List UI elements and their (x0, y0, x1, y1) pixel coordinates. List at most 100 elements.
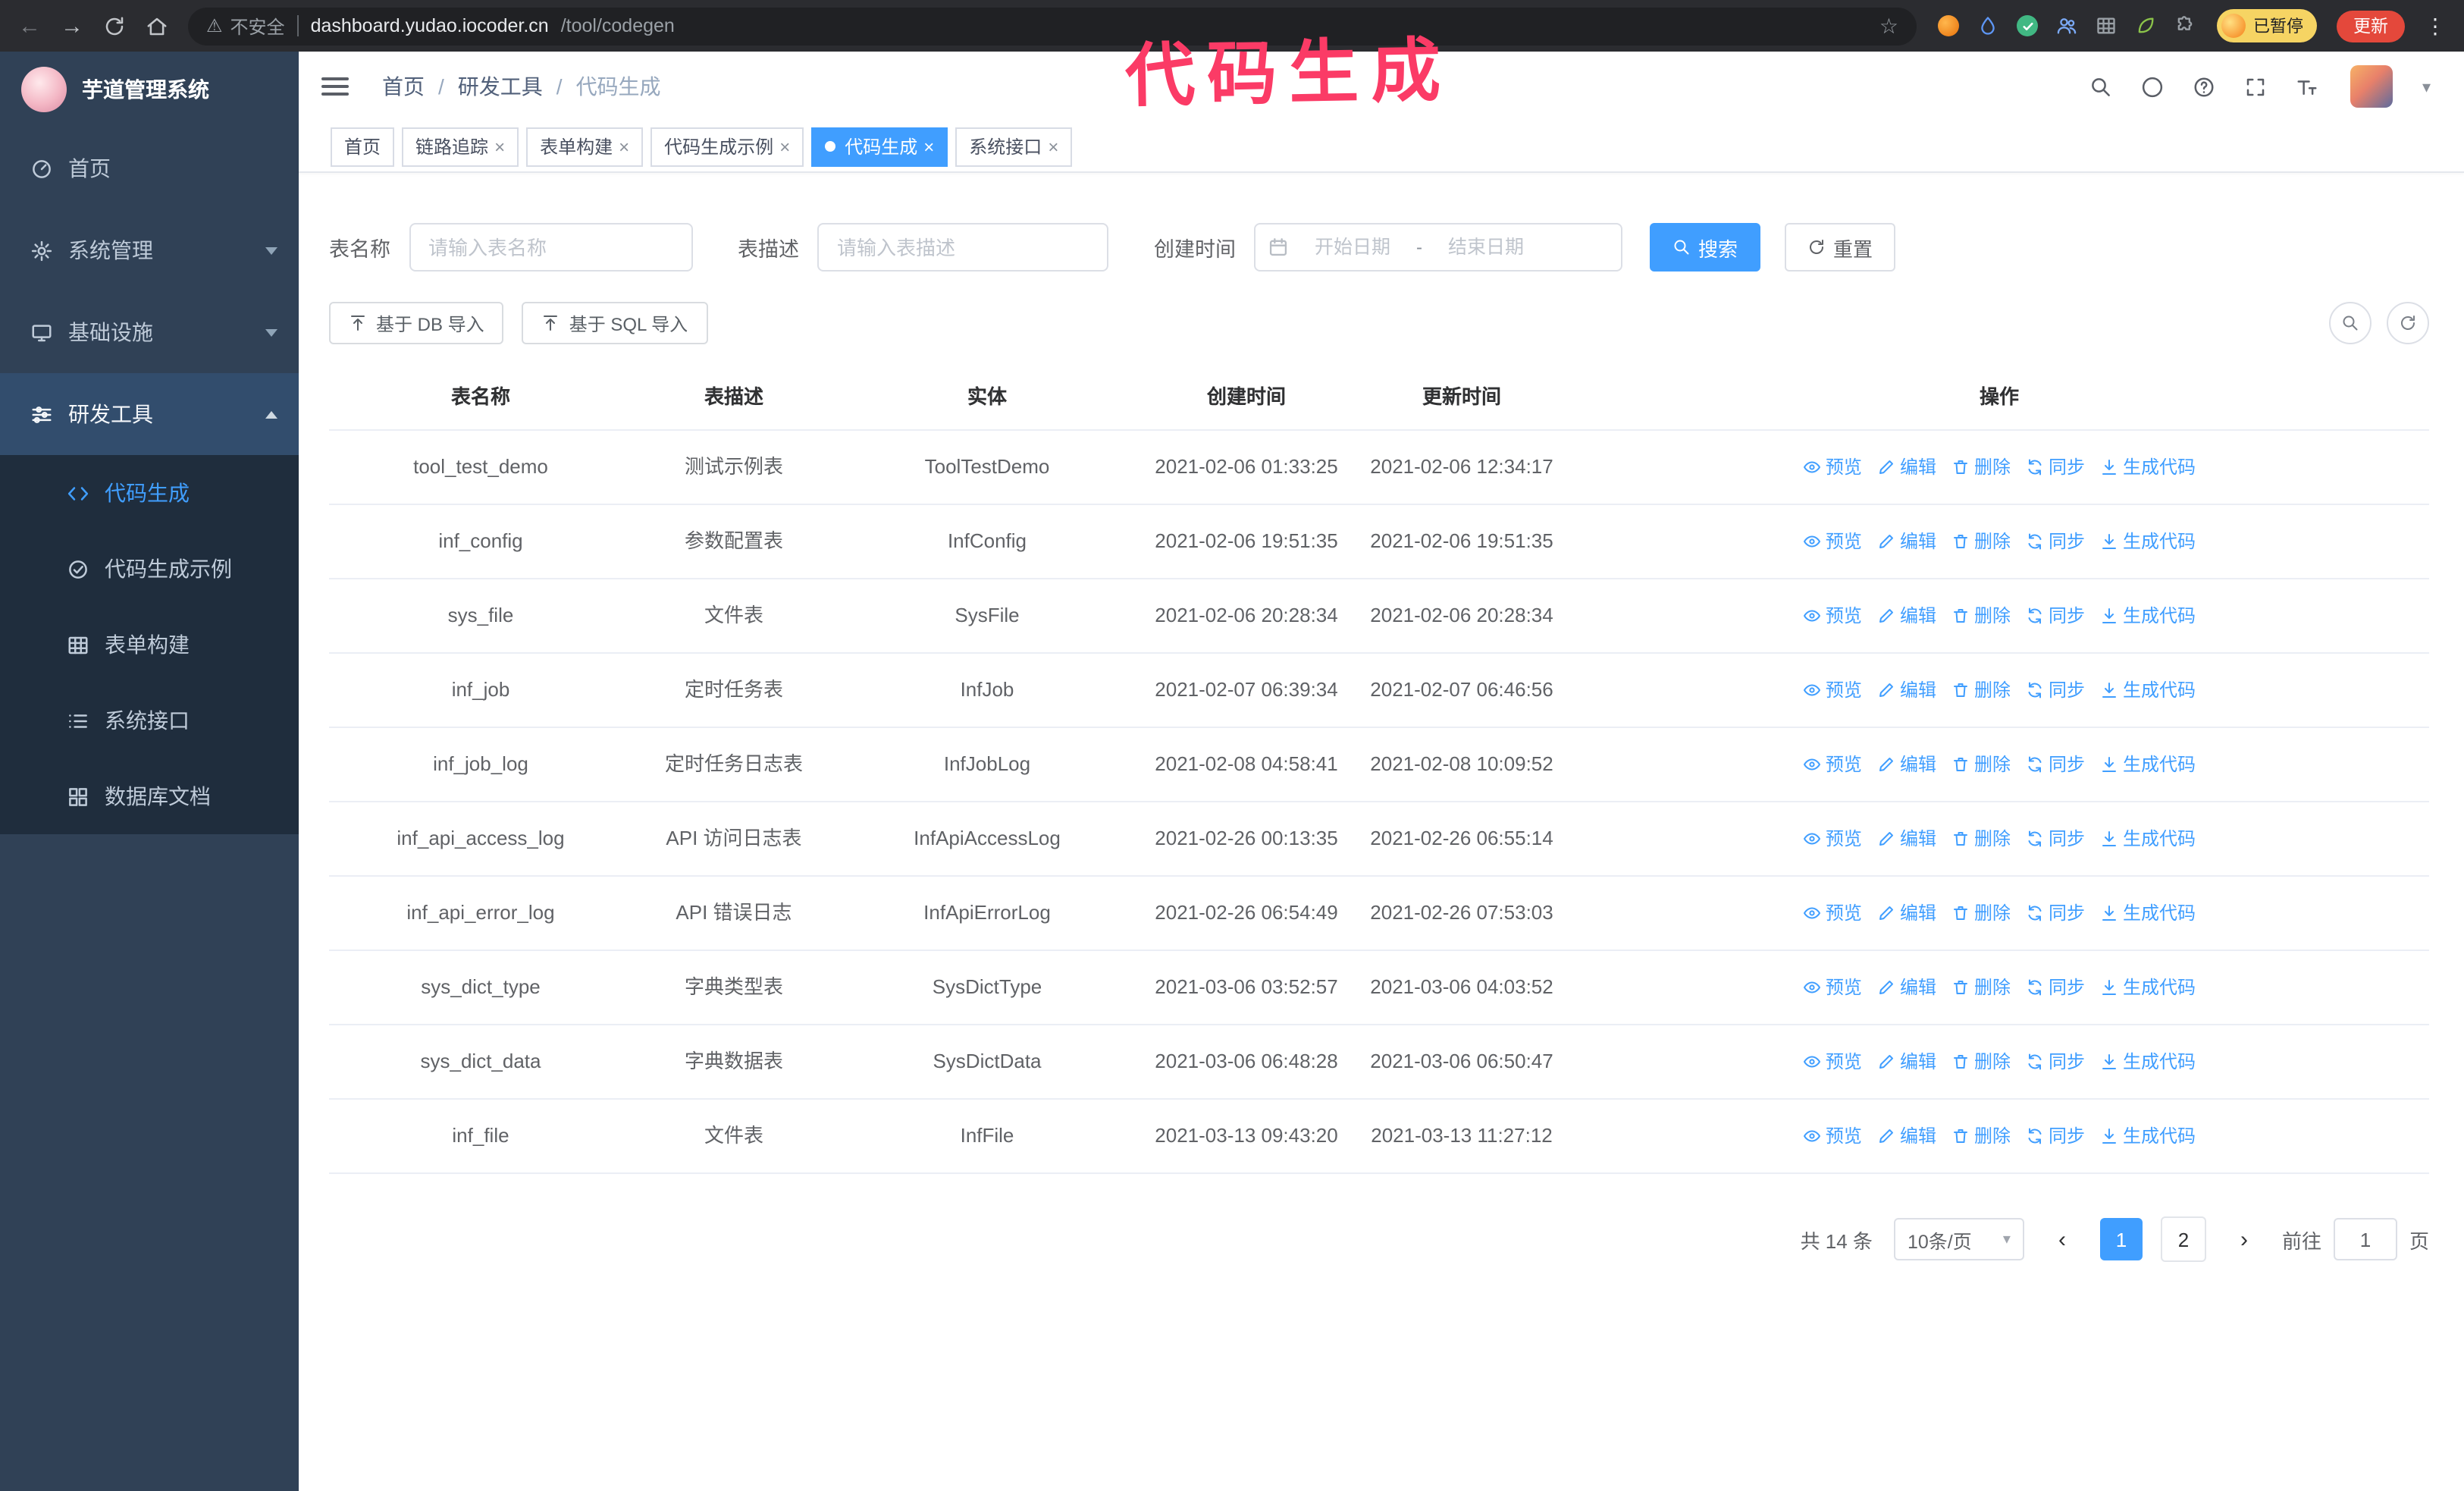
font-size-icon[interactable] (2296, 75, 2319, 98)
browser-update-button[interactable]: 更新 (2337, 10, 2405, 42)
extensions-puzzle-icon[interactable] (2173, 14, 2197, 38)
toggle-search-button[interactable] (2329, 302, 2372, 344)
tab-codegen[interactable]: 代码生成 × (811, 127, 948, 166)
table-desc-input[interactable] (817, 223, 1108, 272)
edit-link[interactable]: 编辑 (1877, 675, 1936, 705)
close-icon[interactable]: × (1048, 136, 1058, 157)
edit-link[interactable]: 编辑 (1877, 824, 1936, 854)
preview-link[interactable]: 预览 (1803, 601, 1862, 631)
sidebar-item-dev-tools[interactable]: 研发工具 (0, 373, 299, 455)
browser-home-icon[interactable] (146, 14, 168, 37)
delete-link[interactable]: 删除 (1951, 675, 2011, 705)
breadcrumb-dev-tools[interactable]: 研发工具 (458, 71, 543, 102)
preview-link[interactable]: 预览 (1803, 675, 1862, 705)
preview-link[interactable]: 预览 (1803, 1047, 1862, 1077)
preview-link[interactable]: 预览 (1803, 452, 1862, 482)
sidebar-item-system-api[interactable]: 系统接口 (0, 683, 299, 758)
generate-code-link[interactable]: 生成代码 (2100, 452, 2196, 482)
edit-link[interactable]: 编辑 (1877, 749, 1936, 780)
sidebar-item-infrastructure[interactable]: 基础设施 (0, 291, 299, 373)
tab-home[interactable]: 首页 (331, 127, 395, 166)
generate-code-link[interactable]: 生成代码 (2100, 1047, 2196, 1077)
search-button[interactable]: 搜索 (1650, 223, 1761, 272)
generate-code-link[interactable]: 生成代码 (2100, 526, 2196, 557)
sidebar-item-system-management[interactable]: 系统管理 (0, 209, 299, 291)
delete-link[interactable]: 删除 (1951, 601, 2011, 631)
close-icon[interactable]: × (923, 136, 934, 157)
prev-page-button[interactable]: ‹ (2042, 1218, 2082, 1260)
sync-link[interactable]: 同步 (2026, 601, 2085, 631)
table-name-input[interactable] (409, 223, 692, 272)
profile-paused-badge[interactable]: 已暂停 (2217, 9, 2317, 42)
bookmark-star-icon[interactable]: ☆ (1879, 13, 1898, 39)
refresh-table-button[interactable] (2387, 302, 2429, 344)
extension-fox-icon[interactable] (1936, 14, 1961, 38)
tab-codegen-example[interactable]: 代码生成示例 × (650, 127, 804, 166)
page-button-2[interactable]: 2 (2160, 1216, 2206, 1262)
delete-link[interactable]: 删除 (1951, 972, 2011, 1003)
sync-link[interactable]: 同步 (2026, 452, 2085, 482)
search-icon[interactable] (2090, 75, 2113, 98)
edit-link[interactable]: 编辑 (1877, 526, 1936, 557)
preview-link[interactable]: 预览 (1803, 898, 1862, 928)
tab-system-api[interactable]: 系统接口 × (955, 127, 1073, 166)
extension-vue-devtools-icon[interactable] (2015, 14, 2039, 38)
import-db-button[interactable]: 基于 DB 导入 (329, 302, 504, 344)
delete-link[interactable]: 删除 (1951, 749, 2011, 780)
edit-link[interactable]: 编辑 (1877, 601, 1936, 631)
edit-link[interactable]: 编辑 (1877, 452, 1936, 482)
generate-code-link[interactable]: 生成代码 (2100, 1121, 2196, 1151)
sidebar-item-codegen[interactable]: 代码生成 (0, 455, 299, 531)
generate-code-link[interactable]: 生成代码 (2100, 898, 2196, 928)
generate-code-link[interactable]: 生成代码 (2100, 824, 2196, 854)
user-avatar[interactable] (2350, 65, 2393, 108)
sync-link[interactable]: 同步 (2026, 972, 2085, 1003)
tab-tracing[interactable]: 链路追踪 × (402, 127, 519, 166)
delete-link[interactable]: 删除 (1951, 898, 2011, 928)
preview-link[interactable]: 预览 (1803, 749, 1862, 780)
generate-code-link[interactable]: 生成代码 (2100, 972, 2196, 1003)
sync-link[interactable]: 同步 (2026, 675, 2085, 705)
logo[interactable]: 芋道管理系统 (0, 52, 299, 127)
import-sql-button[interactable]: 基于 SQL 导入 (522, 302, 708, 344)
sync-link[interactable]: 同步 (2026, 1047, 2085, 1077)
preview-link[interactable]: 预览 (1803, 1121, 1862, 1151)
date-range-picker[interactable]: - (1254, 223, 1622, 272)
sync-link[interactable]: 同步 (2026, 526, 2085, 557)
browser-forward-icon[interactable]: → (61, 14, 83, 37)
edit-link[interactable]: 编辑 (1877, 1047, 1936, 1077)
date-end-input[interactable] (1425, 235, 1547, 259)
delete-link[interactable]: 删除 (1951, 526, 2011, 557)
goto-page-input[interactable] (2333, 1218, 2397, 1260)
generate-code-link[interactable]: 生成代码 (2100, 601, 2196, 631)
delete-link[interactable]: 删除 (1951, 824, 2011, 854)
delete-link[interactable]: 删除 (1951, 1047, 2011, 1077)
close-icon[interactable]: × (494, 136, 505, 157)
browser-menu-icon[interactable]: ⋮ (2425, 13, 2446, 39)
delete-link[interactable]: 删除 (1951, 1121, 2011, 1151)
close-icon[interactable]: × (779, 136, 790, 157)
user-menu-caret-icon[interactable]: ▾ (2422, 77, 2431, 96)
browser-refresh-icon[interactable] (103, 14, 126, 37)
next-page-button[interactable]: › (2224, 1218, 2264, 1260)
sidebar-item-form-builder[interactable]: 表单构建 (0, 607, 299, 683)
preview-link[interactable]: 预览 (1803, 972, 1862, 1003)
hamburger-icon[interactable] (321, 77, 349, 96)
sync-link[interactable]: 同步 (2026, 749, 2085, 780)
github-icon[interactable] (2142, 75, 2165, 98)
sync-link[interactable]: 同步 (2026, 1121, 2085, 1151)
page-button-1[interactable]: 1 (2099, 1218, 2143, 1260)
extension-drop-icon[interactable] (1976, 14, 2000, 38)
extension-leaf-icon[interactable] (2133, 14, 2158, 38)
edit-link[interactable]: 编辑 (1877, 898, 1936, 928)
close-icon[interactable]: × (619, 136, 629, 157)
sidebar-item-home[interactable]: 首页 (0, 127, 299, 209)
tab-form-builder[interactable]: 表单构建 × (526, 127, 644, 166)
sync-link[interactable]: 同步 (2026, 898, 2085, 928)
help-icon[interactable] (2193, 75, 2216, 98)
generate-code-link[interactable]: 生成代码 (2100, 675, 2196, 705)
sidebar-item-db-doc[interactable]: 数据库文档 (0, 758, 299, 834)
reset-button[interactable]: 重置 (1785, 223, 1896, 272)
generate-code-link[interactable]: 生成代码 (2100, 749, 2196, 780)
page-size-select[interactable]: 10条/页 ▾ (1893, 1218, 2024, 1260)
